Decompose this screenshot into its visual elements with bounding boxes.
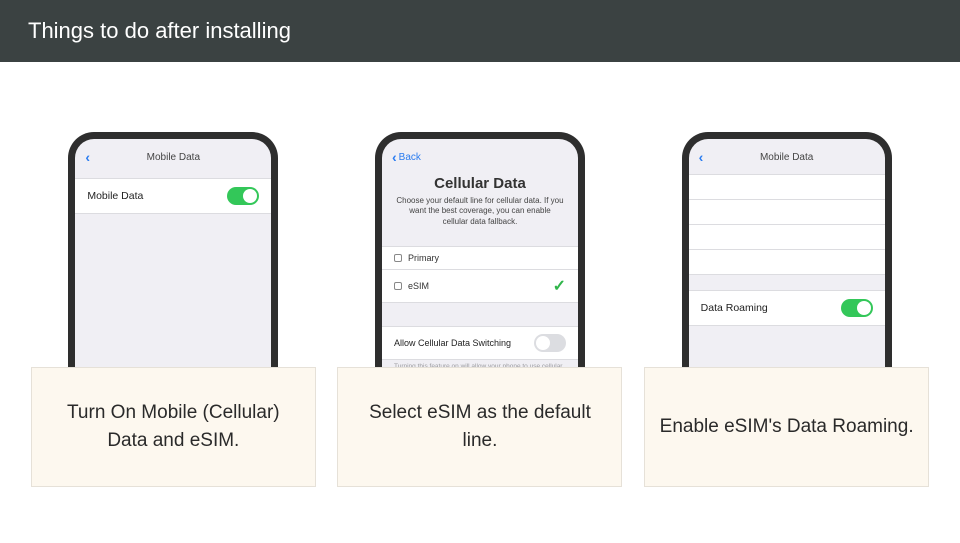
card-row: ‹ Mobile Data Mobile Data Turn On Mobile… xyxy=(0,62,960,487)
nav-bar: ‹ Mobile Data xyxy=(689,139,885,171)
nav-title: Mobile Data xyxy=(689,152,885,163)
option-primary-row[interactable]: Primary xyxy=(382,246,578,270)
back-chevron-icon[interactable]: ‹ xyxy=(699,149,704,165)
table-row[interactable] xyxy=(689,249,885,275)
option-primary-label: Primary xyxy=(408,253,439,263)
phone-mock-2: ‹ Back Cellular Data Choose your default… xyxy=(375,132,585,367)
nav-title: Mobile Data xyxy=(75,152,271,163)
caption-2: Select eSIM as the default line. xyxy=(337,367,622,487)
table-row[interactable] xyxy=(689,199,885,225)
data-roaming-toggle[interactable] xyxy=(841,299,873,317)
page-header: Things to do after installing xyxy=(0,0,960,62)
step-card-3: ‹ Mobile Data Data Roaming Enab xyxy=(644,132,929,487)
cellular-heading: Cellular Data xyxy=(382,175,578,192)
caption-3: Enable eSIM's Data Roaming. xyxy=(644,367,929,487)
option-esim-row[interactable]: eSIM ✓ xyxy=(382,269,578,303)
page-title: Things to do after installing xyxy=(28,18,291,43)
caption-1: Turn On Mobile (Cellular) Data and eSIM. xyxy=(31,367,316,487)
caption-3-text: Enable eSIM's Data Roaming. xyxy=(660,413,914,441)
back-chevron-icon[interactable]: ‹ xyxy=(392,149,397,165)
data-switching-row[interactable]: Allow Cellular Data Switching xyxy=(382,326,578,360)
nav-bar: ‹ Mobile Data xyxy=(75,139,271,171)
mobile-data-toggle[interactable] xyxy=(227,187,259,205)
nav-bar: ‹ Back xyxy=(382,139,578,171)
option-esim-label: eSIM xyxy=(408,281,429,291)
table-row[interactable] xyxy=(689,174,885,200)
back-label[interactable]: Back xyxy=(399,152,421,163)
step-card-1: ‹ Mobile Data Mobile Data Turn On Mobile… xyxy=(31,132,316,487)
sim-badge-icon xyxy=(394,282,402,290)
caption-2-text: Select eSIM as the default line. xyxy=(352,399,607,454)
data-switching-toggle[interactable] xyxy=(534,334,566,352)
cellular-subtext: Choose your default line for cellular da… xyxy=(382,192,578,227)
back-chevron-icon[interactable]: ‹ xyxy=(85,149,90,165)
mobile-data-row[interactable]: Mobile Data xyxy=(75,178,271,214)
switching-footnote: Turning this feature on will allow your … xyxy=(382,360,578,367)
checkmark-icon: ✓ xyxy=(553,276,566,296)
step-card-2: ‹ Back Cellular Data Choose your default… xyxy=(337,132,622,487)
sim-badge-icon xyxy=(394,254,402,262)
data-roaming-row[interactable]: Data Roaming xyxy=(689,290,885,326)
mobile-data-label: Mobile Data xyxy=(87,190,143,202)
caption-1-text: Turn On Mobile (Cellular) Data and eSIM. xyxy=(46,399,301,454)
phone-mock-1: ‹ Mobile Data Mobile Data xyxy=(68,132,278,367)
data-roaming-label: Data Roaming xyxy=(701,302,768,314)
data-switching-label: Allow Cellular Data Switching xyxy=(394,338,511,348)
phone-mock-3: ‹ Mobile Data Data Roaming xyxy=(682,132,892,367)
table-row[interactable] xyxy=(689,224,885,250)
